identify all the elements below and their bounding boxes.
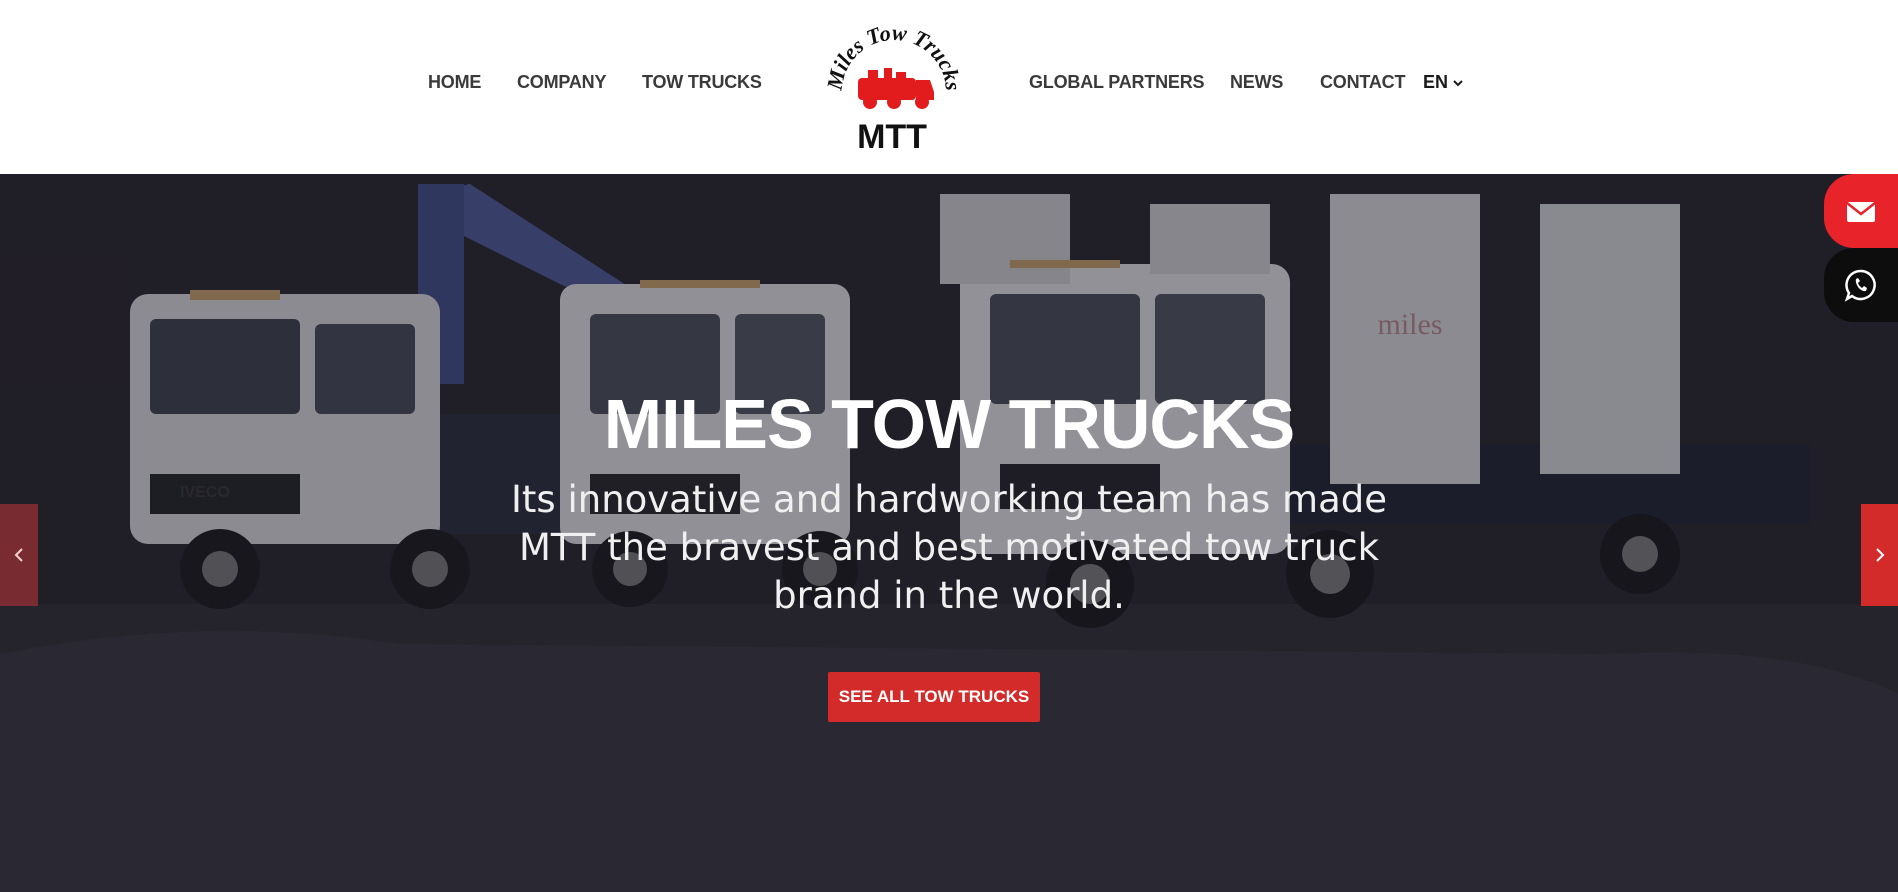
nav-tow-trucks[interactable]: TOW TRUCKS [642, 72, 762, 93]
slider-prev-button[interactable] [0, 504, 38, 606]
slider-next-button[interactable] [1861, 504, 1898, 606]
hero-subtitle: Its innovative and hardworking team has … [511, 478, 1387, 617]
email-contact-button[interactable] [1824, 174, 1898, 248]
whatsapp-contact-button[interactable] [1824, 248, 1898, 322]
site-header: HOME COMPANY TOW TRUCKS Miles Tow Trucks… [0, 0, 1898, 174]
nav-news[interactable]: NEWS [1230, 72, 1283, 93]
chevron-down-icon [1453, 79, 1463, 86]
see-all-tow-trucks-button[interactable]: SEE ALL TOW TRUCKS [828, 672, 1040, 722]
site-logo[interactable]: Miles Tow Trucks MTT [821, 20, 966, 157]
chevron-right-icon [1875, 548, 1884, 562]
nav-global-partners[interactable]: GLOBAL PARTNERS [1029, 72, 1205, 93]
logo-initials: MTT [857, 118, 927, 156]
tow-truck-logo-icon: Miles Tow Trucks MTT [821, 20, 966, 156]
language-selector[interactable]: EN [1423, 72, 1464, 93]
hero-title: MILES TOW TRUCKS [603, 385, 1295, 463]
hero-slider: IVECO miles MILES TOW TRUCKS Its innovat… [0, 174, 1898, 892]
language-label: EN [1423, 72, 1449, 92]
nav-home[interactable]: HOME [428, 72, 481, 93]
envelope-icon [1846, 202, 1876, 222]
nav-company[interactable]: COMPANY [517, 72, 606, 93]
nav-contact[interactable]: CONTACT [1320, 72, 1405, 93]
chevron-left-icon [14, 548, 23, 562]
whatsapp-icon [1844, 269, 1876, 302]
